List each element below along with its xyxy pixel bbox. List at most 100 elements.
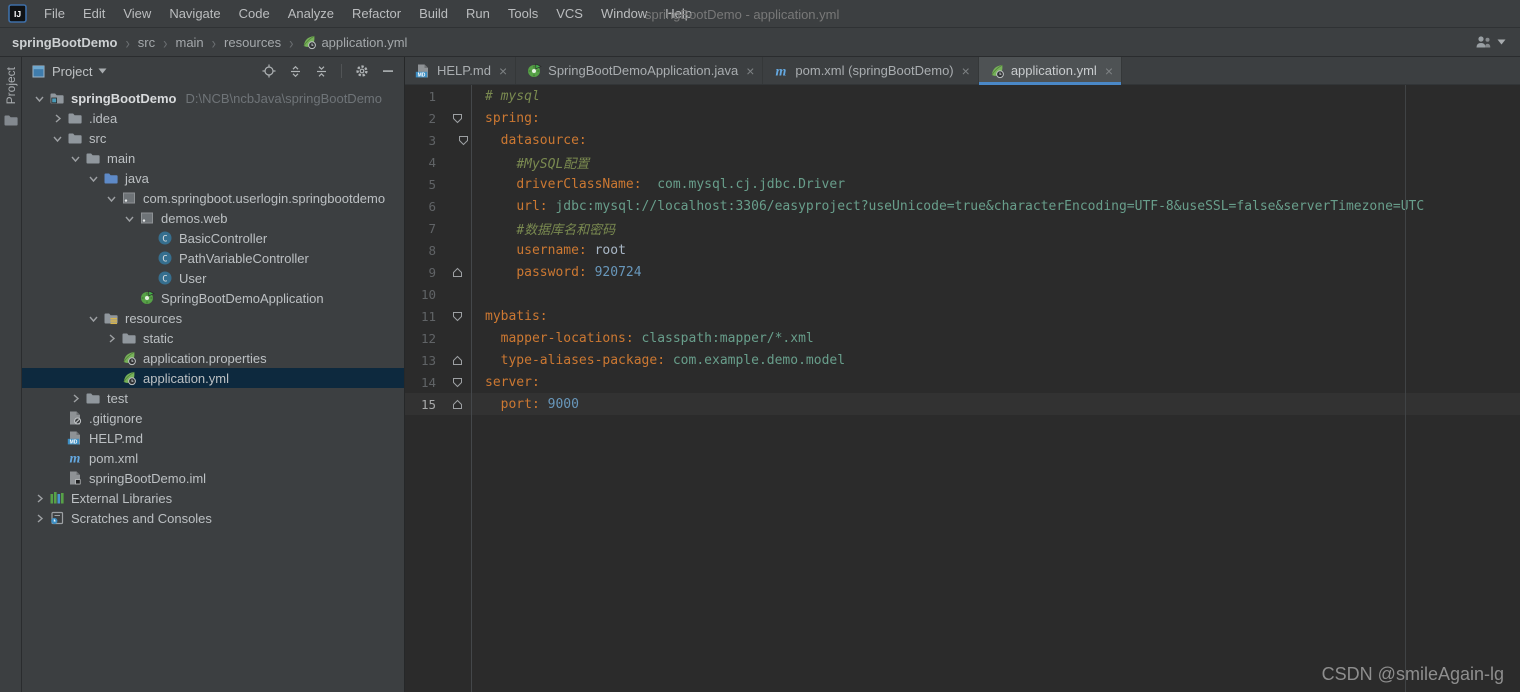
breadcrumb-item-springbootdemo[interactable]: springBootDemo	[12, 35, 117, 50]
fold-end-marker[interactable]	[445, 349, 471, 371]
project-panel-title[interactable]: Project	[52, 64, 92, 79]
tree-item-static[interactable]: static	[22, 328, 404, 348]
fold-start-marker[interactable]	[445, 107, 471, 129]
chevron-right-icon[interactable]	[30, 493, 48, 504]
tab-help-md[interactable]: MD HELP.md ×	[405, 57, 517, 84]
chevron-right-icon[interactable]	[102, 333, 120, 344]
chevron-down-icon[interactable]	[102, 193, 120, 204]
breadcrumb-label: resources	[224, 34, 282, 50]
menu-analyze[interactable]: Analyze	[279, 0, 343, 28]
menu-tools[interactable]: Tools	[499, 0, 547, 28]
tree-item-main[interactable]: main	[22, 148, 404, 168]
tree-item-resources[interactable]: resources	[22, 308, 404, 328]
tree-item-springbootdemo[interactable]: springBootDemo D:\NCB\ncbJava\springBootD…	[22, 88, 404, 108]
tree-item-pom-xml[interactable]: m pom.xml	[22, 448, 404, 468]
tree-item-src[interactable]: src	[22, 128, 404, 148]
collapse-all-button[interactable]	[315, 65, 328, 78]
fold-start-marker[interactable]	[445, 371, 471, 393]
chevron-down-icon[interactable]	[84, 313, 102, 324]
tree-item-external-libraries[interactable]: External Libraries	[22, 488, 404, 508]
svg-text:m: m	[776, 64, 787, 79]
chevron-down-icon[interactable]	[120, 213, 138, 224]
tree-item-label: resources	[125, 310, 183, 326]
editor-area: MD HELP.md × SpringBootDemoApplication.java…	[405, 57, 1520, 692]
tree-item-springbootdemoapplication[interactable]: SpringBootDemoApplication	[22, 288, 404, 308]
tree-item-user[interactable]: C User	[22, 268, 404, 288]
tree-item-application-yml[interactable]: application.yml	[22, 368, 404, 388]
class-icon: C	[156, 270, 174, 286]
menu-navigate[interactable]: Navigate	[160, 0, 229, 28]
line-number: 11	[420, 308, 436, 324]
tree-item-scratches-and-consoles[interactable]: Scratches and Consoles	[22, 508, 404, 528]
close-icon[interactable]: ×	[499, 64, 507, 78]
code-line-14[interactable]: 14 server:	[405, 371, 1520, 393]
code-line-4[interactable]: 4 #MySQL配置	[405, 151, 1520, 173]
tree-item-help-md[interactable]: MD HELP.md	[22, 428, 404, 448]
close-icon[interactable]: ×	[746, 64, 754, 78]
chevron-down-icon[interactable]	[30, 93, 48, 104]
expand-all-button[interactable]	[289, 65, 302, 78]
tree-item-demos-web[interactable]: demos.web	[22, 208, 404, 228]
breadcrumb-item-application-yml[interactable]: application.yml	[301, 34, 407, 50]
line-number: 5	[428, 176, 436, 192]
code-line-9[interactable]: 9 password: 920724	[405, 261, 1520, 283]
tree-item-springbootdemo-iml[interactable]: springBootDemo.iml	[22, 468, 404, 488]
chevron-right-icon[interactable]	[48, 113, 66, 124]
chevron-down-icon[interactable]	[48, 133, 66, 144]
settings-button[interactable]	[355, 64, 369, 78]
chevron-down-icon[interactable]	[84, 173, 102, 184]
menu-file[interactable]: File	[35, 0, 74, 28]
code-editor[interactable]: 1 # mysql 2 spring: 3 datasource: 4 #MySQL配置 5…	[405, 85, 1520, 692]
user-menu-button[interactable]	[1474, 35, 1506, 49]
code-line-6[interactable]: 6 url: jdbc:mysql://localhost:3306/easyp…	[405, 195, 1520, 217]
tree-item-gitignore[interactable]: .gitignore	[22, 408, 404, 428]
breadcrumb-item-main[interactable]: main	[175, 35, 203, 50]
breadcrumb-item-src[interactable]: src	[138, 35, 155, 50]
code-line-13[interactable]: 13 type-aliases-package: com.example.dem…	[405, 349, 1520, 371]
tree-item-label: BasicController	[179, 230, 268, 246]
tab-pom-xml-springbootdemo[interactable]: m pom.xml (springBootDemo) ×	[763, 57, 979, 84]
tree-item-idea[interactable]: .idea	[22, 108, 404, 128]
tree-item-java[interactable]: java	[22, 168, 404, 188]
locate-button[interactable]	[262, 64, 276, 78]
code-line-7[interactable]: 7 #数据库名和密码	[405, 217, 1520, 239]
close-icon[interactable]: ×	[962, 64, 970, 78]
code-line-11[interactable]: 11 mybatis:	[405, 305, 1520, 327]
editor-tab-bar: MD HELP.md × SpringBootDemoApplication.java…	[405, 57, 1520, 85]
menu-vcs[interactable]: VCS	[547, 0, 592, 28]
tree-item-pathvariablecontroller[interactable]: C PathVariableController	[22, 248, 404, 268]
breadcrumb-item-resources[interactable]: resources	[224, 35, 281, 50]
fold-start-marker[interactable]	[445, 305, 471, 327]
menu-refactor[interactable]: Refactor	[343, 0, 410, 28]
fold-end-marker[interactable]	[445, 261, 471, 283]
code-line-15[interactable]: 15 port: 9000	[405, 393, 1520, 415]
code-line-8[interactable]: 8 username: root	[405, 239, 1520, 261]
code-line-5[interactable]: 5 driverClassName: com.mysql.cj.jdbc.Dri…	[405, 173, 1520, 195]
project-strip-tab[interactable]: Project	[4, 67, 18, 104]
breadcrumb-separator: ›	[125, 32, 130, 52]
fold-start-marker[interactable]	[445, 129, 471, 151]
tree-item-com-springboot-userlogin-springbootdemo[interactable]: com.springboot.userlogin.springbootdemo	[22, 188, 404, 208]
code-line-1[interactable]: 1 # mysql	[405, 85, 1520, 107]
tab-springbootdemoapplication-java[interactable]: SpringBootDemoApplication.java ×	[516, 57, 764, 84]
tab-application-yml[interactable]: application.yml ×	[978, 57, 1122, 85]
code-line-2[interactable]: 2 spring:	[405, 107, 1520, 129]
close-icon[interactable]: ×	[1105, 64, 1113, 78]
tree-item-test[interactable]: test	[22, 388, 404, 408]
chevron-down-icon[interactable]	[98, 68, 107, 74]
menu-edit[interactable]: Edit	[74, 0, 114, 28]
hide-button[interactable]	[382, 65, 394, 77]
chevron-right-icon[interactable]	[30, 513, 48, 524]
menu-code[interactable]: Code	[230, 0, 279, 28]
chevron-right-icon[interactable]	[66, 393, 84, 404]
code-line-12[interactable]: 12 mapper-locations: classpath:mapper/*.…	[405, 327, 1520, 349]
menu-run[interactable]: Run	[457, 0, 499, 28]
code-line-10[interactable]: 10	[405, 283, 1520, 305]
code-line-3[interactable]: 3 datasource:	[405, 129, 1520, 151]
chevron-down-icon[interactable]	[66, 153, 84, 164]
tree-item-basiccontroller[interactable]: C BasicController	[22, 228, 404, 248]
menu-view[interactable]: View	[114, 0, 160, 28]
fold-end-marker[interactable]	[445, 393, 471, 415]
menu-build[interactable]: Build	[410, 0, 457, 28]
tree-item-application-properties[interactable]: application.properties	[22, 348, 404, 368]
